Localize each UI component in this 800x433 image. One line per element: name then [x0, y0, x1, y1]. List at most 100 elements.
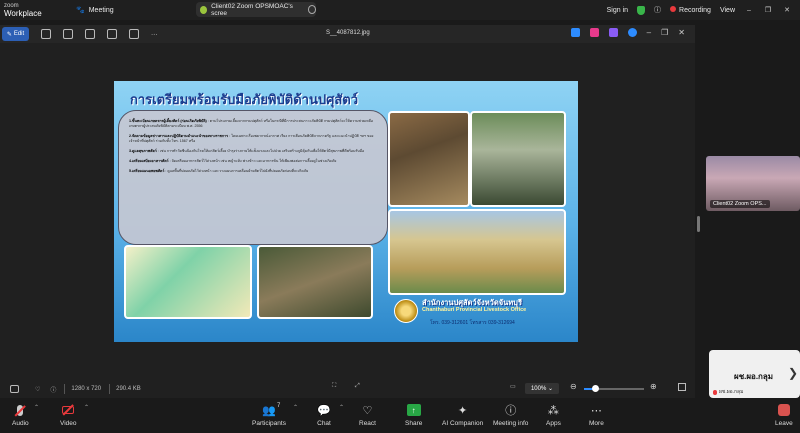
pencil-icon: ✎	[6, 31, 12, 38]
audio-caret-icon[interactable]: ⌃	[34, 404, 39, 411]
favorite-icon[interactable]: ♡	[35, 386, 40, 393]
office-seal-icon	[394, 299, 418, 323]
meeting-info-button[interactable]: ⓘ Meeting info	[493, 403, 528, 427]
viewer-close-button[interactable]: ✕	[678, 28, 685, 37]
info-item-head: 5.เตรียมแผนอพยพสัตว์	[129, 169, 165, 173]
info-item-head: 1.ขึ้นทะเบียนเกษตรกรผู้เลี้ยงสัตว์ (ก่อน…	[129, 119, 207, 123]
share-image-icon[interactable]	[129, 29, 139, 39]
speaker-label-text: ผช.ผอ.กลุม	[719, 389, 744, 395]
more-options-icon[interactable]: ···	[151, 31, 158, 38]
share-options-icon[interactable]	[307, 5, 316, 14]
office-footer: สำนักงานปศุสัตว์จังหวัดจันทบุรี Chanthab…	[390, 295, 566, 329]
view-menu[interactable]: View	[720, 7, 735, 14]
fit-screen-icon[interactable]: ⛶	[332, 383, 336, 390]
photo-veterinarian	[257, 245, 373, 319]
viewer-minimize-button[interactable]: –	[647, 28, 651, 37]
brand-line-2: Workplace	[4, 9, 42, 18]
sparkle-icon: ✦	[457, 404, 468, 417]
meeting-info-label: Meeting info	[493, 420, 529, 427]
people-icon: 👥	[262, 404, 276, 417]
info-item: 3.ดูแลสุขภาพสัตว์ : เช่น การทำวัคซีนป้อง…	[129, 149, 377, 154]
recording-indicator[interactable]: Recording	[670, 6, 711, 14]
fullscreen-icon[interactable]	[678, 383, 686, 391]
video-tile-speaker[interactable]: ผช.ผอ.กลุม ❯ ผช.ผอ.กลุม	[709, 350, 800, 398]
photo-hay-bales	[388, 209, 566, 295]
info-item-body: : ดูแลพื้นที่ปลอดภัยไว้ล่วงหน้า และวางแผ…	[165, 169, 309, 173]
zoom-level-dropdown[interactable]: 100% ⌄	[525, 383, 559, 394]
zoom-slider-knob[interactable]	[591, 385, 599, 392]
video-label: Video	[60, 420, 77, 427]
muted-mic-icon	[713, 389, 717, 395]
filmstrip-icon[interactable]	[10, 385, 19, 393]
designer-icon[interactable]	[589, 28, 599, 37]
actual-size-icon[interactable]: ⤢	[355, 383, 360, 390]
video-button[interactable]: Video	[60, 403, 77, 427]
edit-app-icon[interactable]	[570, 28, 580, 37]
video-caret-icon[interactable]: ⌃	[84, 404, 89, 411]
info-icon[interactable]: ⓘ	[654, 5, 661, 15]
minimize-button[interactable]: –	[744, 7, 754, 14]
image-dimensions: 1280 x 720	[71, 386, 102, 392]
zoom-out-icon[interactable]: ⊖	[570, 382, 577, 391]
more-label: More	[589, 420, 604, 427]
apps-button[interactable]: ⁂ Apps	[546, 403, 561, 428]
meeting-tab[interactable]: 🐾 Meeting	[76, 6, 114, 15]
clipchamp-icon[interactable]	[608, 28, 618, 37]
onedrive-icon[interactable]	[627, 28, 637, 37]
zoom-brand: zoom Workplace	[0, 3, 50, 18]
rotate-icon[interactable]	[41, 29, 51, 39]
audio-label: Audio	[12, 420, 29, 427]
file-info-icon[interactable]: ⓘ	[50, 385, 56, 394]
close-button[interactable]: ✕	[782, 6, 792, 14]
video-tile-participant[interactable]: Client02 Zoom OPS...	[706, 156, 800, 211]
leave-icon	[777, 403, 791, 417]
panel-resize-handle[interactable]	[697, 216, 700, 232]
delete-icon[interactable]	[63, 29, 73, 39]
info-item-body: : เช่น การทำวัคซีนป้องกันโรคให้แก่สัตว์เ…	[157, 149, 365, 153]
photo-cattle-barn	[388, 111, 470, 207]
chat-button[interactable]: 💬 Chat	[317, 403, 331, 428]
info-item-body: : จัดเตรียมอาหารสัตว์ไว้ล่วงหน้า เช่น หญ…	[169, 159, 337, 163]
chat-label: Chat	[317, 420, 331, 427]
edit-button[interactable]: ✎ Edit	[2, 27, 29, 41]
edit-label: Edit	[13, 31, 25, 37]
zoom-window: zoom Workplace 🐾 Meeting Client02 Zoom O…	[0, 0, 800, 433]
audio-button[interactable]: Audio	[12, 403, 29, 427]
leave-button[interactable]: Leave	[775, 403, 793, 427]
chevron-right-icon[interactable]: ❯	[788, 366, 798, 380]
more-button[interactable]: ⋯ More	[589, 403, 604, 428]
zoom-in-icon[interactable]: ⊕	[650, 382, 657, 391]
fit-window-icon[interactable]: ▭	[510, 383, 516, 390]
slide-title: การเตรียมพร้อมรับมือภัยพิบัติด้านปศุสัตว…	[130, 93, 359, 108]
image-viewer: ✎ Edit ··· S__4087812.jpg – ❐ ✕ การเตรีย…	[0, 25, 695, 398]
mic-muted-icon	[13, 403, 27, 417]
screen-share-pill[interactable]: Client02 Zoom OPSMOAC's scree	[196, 2, 316, 17]
info-item: 1.ขึ้นทะเบียนเกษตรกรผู้เลี้ยงสัตว์ (ก่อน…	[129, 119, 377, 129]
image-filesize: 290.4 KB	[116, 386, 141, 392]
zoom-slider[interactable]	[584, 385, 644, 392]
share-button[interactable]: ↑ Share	[405, 403, 422, 427]
share-pill-label: Client02 Zoom OPSMOAC's scree	[211, 2, 293, 17]
zoom-level-value: 100%	[530, 385, 547, 392]
participants-caret-icon[interactable]: ⌃	[293, 404, 298, 411]
security-shield-icon[interactable]	[637, 5, 646, 15]
participants-button[interactable]: 👥 Participants	[252, 403, 286, 428]
ai-companion-button[interactable]: ✦ AI Companion	[442, 403, 484, 428]
heart-icon: ♡	[362, 404, 373, 417]
office-name-en: Chanthaburi Provincial Livestock Office	[422, 307, 527, 313]
maximize-button[interactable]: ❐	[763, 6, 773, 14]
info-circle-icon: ⓘ	[505, 405, 517, 417]
apps-grid-icon: ⁂	[547, 404, 559, 417]
ai-companion-label: AI Companion	[442, 420, 484, 427]
chevron-down-icon: ⌄	[548, 386, 554, 392]
album-icon[interactable]	[107, 29, 117, 39]
react-button[interactable]: ♡ React	[359, 403, 376, 428]
participants-label: Participants	[252, 420, 286, 427]
more-dots-icon: ⋯	[590, 404, 602, 417]
viewer-maximize-button[interactable]: ❐	[661, 28, 668, 37]
sign-in-link[interactable]: Sign in	[607, 7, 628, 14]
print-icon[interactable]	[85, 29, 95, 39]
chat-caret-icon[interactable]: ⌃	[339, 404, 344, 411]
photo-officials-group	[470, 111, 566, 207]
info-item: 2.จัดตามข้อมูลข่าวสารและปฏิบัติตามคำแนะน…	[129, 134, 377, 144]
